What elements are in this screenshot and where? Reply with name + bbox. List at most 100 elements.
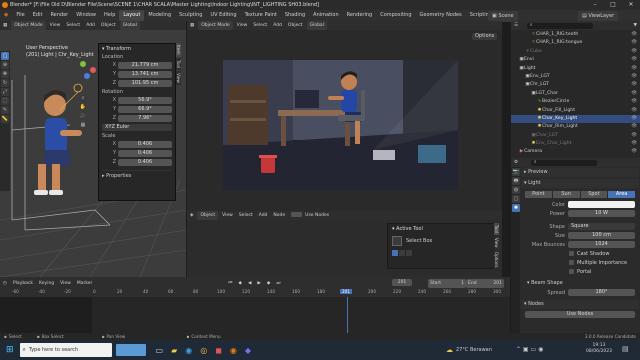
eye-icon[interactable]: 👁 [631,132,637,140]
scale-y-row[interactable]: Y 0.406 [102,149,172,157]
use-nodes-checkbox[interactable]: Use Nodes [288,211,332,220]
blender-taskbar-icon[interactable]: ◉ [230,346,237,355]
scale-z-value[interactable]: 0.406 [118,158,172,166]
node-menu-select[interactable]: Select [236,211,256,220]
jump-end-icon[interactable]: ⏭ [273,279,283,288]
light-data-tab-icon[interactable]: ✺ [512,204,520,212]
timeline-ruler[interactable]: -60 -40 -20 0 20 40 60 80 100 120 140 16… [0,289,510,297]
color-row[interactable]: Color [525,200,635,209]
move-tool-icon[interactable]: ✥ [1,70,9,78]
select-mode-set-icon[interactable] [392,250,398,256]
cursor-tool-icon[interactable]: ⊕ [1,61,9,69]
workspace-tab-layout[interactable]: Layout [119,10,145,21]
timeline-editor-type-icon[interactable]: ◷ [0,279,10,288]
clock[interactable]: 19:13 08/06/2023 [582,343,616,355]
timeline-track-area[interactable] [0,297,510,333]
output-tab-icon[interactable]: 🖶 [512,177,520,185]
outliner-item[interactable]: ▿CHAR_1_RIG:teeth 👁 [511,31,640,39]
eye-icon[interactable]: 👁 [631,56,637,64]
rotation-y-value[interactable]: 66.9° [118,105,172,113]
taskbar-promo-image[interactable] [115,344,146,356]
prev-key-icon[interactable]: ◆ [235,279,244,288]
node-editor-type-icon[interactable]: ◈ [187,211,196,220]
use-nodes-button[interactable]: Use Nodes [525,311,635,318]
max-bounces-value[interactable]: 1024 [568,241,635,248]
workspace-tab-rendering[interactable]: Rendering [343,10,377,21]
size-row[interactable]: Size 100 cm [525,231,635,240]
workspace-tab-geometry-nodes[interactable]: Geometry Nodes [416,10,466,21]
location-y-row[interactable]: Y 13.741 cm [102,70,172,78]
workspace-tab-sculpting[interactable]: Sculpting [175,10,206,21]
light-type-spot[interactable]: Spot [580,190,608,198]
play-reverse-icon[interactable]: ◀ [245,279,254,288]
location-x-row[interactable]: X 21.779 cm [102,61,172,69]
navigation-gizmo[interactable] [76,59,98,81]
chrome-icon[interactable]: ◎ [200,346,207,355]
render-tab-icon[interactable]: 📷 [512,168,520,176]
outliner-item-selected[interactable]: ✺Char_Key_Light 👁 [511,114,640,124]
camera-options-dropdown[interactable]: Options [472,33,498,40]
camera-menu-object[interactable]: Object [285,21,306,30]
taskbar-search-box[interactable]: ⌕ Type here to search [19,343,112,357]
timeline-menu-view[interactable]: View [57,279,74,288]
outliner-editor[interactable]: ☰ ⌕ ▼ ▿CHAR_1_RIG:teeth 👁 ▿CHAR_1_RIG:ton… [511,21,640,158]
light-section-header[interactable]: ▾ Light [521,179,639,188]
spread-value[interactable]: 180° [568,289,635,296]
n-tab-view[interactable]: View [176,70,181,85]
store-icon[interactable]: ◼ [215,346,222,355]
end-frame-field[interactable]: End 201 [466,279,504,288]
blender-menu-icon[interactable]: ◉ [0,10,12,21]
object-tab-icon[interactable]: ▢ [512,195,520,203]
outliner-item[interactable]: ▣Chr_LGT 👁 [511,81,640,89]
browser-icon[interactable]: ◉ [185,346,192,355]
portal-checkbox[interactable] [569,269,574,274]
outliner-item[interactable]: ▿Cube 👁 [511,48,640,56]
multiple-importance-checkbox[interactable] [569,260,574,265]
shape-dropdown[interactable]: Square [568,223,635,230]
rotation-z-value[interactable]: 7.96° [118,114,172,122]
maximize-button[interactable]: □ [604,0,622,10]
playhead-frame-label[interactable]: 201 [340,289,352,294]
location-z-row[interactable]: Z 101.95 cm [102,79,172,87]
preview-section-header[interactable]: ▸ Preview [521,168,639,177]
outliner-item[interactable]: ✺Char_Fill_Light 👁 [511,107,640,115]
rotation-z-row[interactable]: Z 7.96° [102,114,172,122]
n-tab-tool[interactable]: Tool [176,57,181,70]
spread-row[interactable]: Spread 180° [525,288,635,297]
menu-render[interactable]: Render [46,10,72,21]
windows-start-icon[interactable]: ⊞ [6,345,14,355]
eye-icon[interactable]: 👁 [631,107,637,115]
light-type-area[interactable]: Area [608,190,635,198]
scale-y-value[interactable]: 0.406 [118,149,172,157]
light-type-point[interactable]: Point [525,190,552,198]
properties-type-icon[interactable]: ⚙ [511,158,521,167]
n-tab-item[interactable]: Item [176,43,181,57]
properties-subpanel-header[interactable]: ▸ Properties [102,170,172,179]
outliner-item[interactable]: ▶Camera 👁 [511,148,640,156]
shape-row[interactable]: Shape Square [525,222,635,231]
mode-dropdown[interactable]: Object Mode [11,21,46,30]
scale-x-value[interactable]: 0.406 [118,140,172,148]
weather-text[interactable]: 27°C Berawan [456,347,492,353]
node-object-dropdown[interactable]: Object [197,211,219,220]
outliner-item[interactable]: ▣Envi 👁 [511,56,640,64]
menu-edit[interactable]: Edit [29,10,47,21]
camera-mode-dropdown[interactable]: Object Mode [198,21,233,30]
rotation-x-value[interactable]: 56.9° [118,96,172,104]
timeline-menu-marker[interactable]: Marker [74,279,96,288]
rotate-tool-icon[interactable]: ↻ [1,79,9,87]
node-menu-node[interactable]: Node [270,211,288,220]
transform-panel-title[interactable]: ▾ Transform [102,46,172,52]
cast-shadow-row[interactable]: Cast Shadow [525,249,635,258]
outliner-item[interactable]: ✺Env_Char_Light 👁 [511,140,640,148]
scale-tool-icon[interactable]: ⤢ [1,88,9,96]
eye-icon[interactable]: 👁 [631,115,637,123]
workspace-tab-animation[interactable]: Animation [309,10,343,21]
multiple-importance-row[interactable]: Multiple Importance [525,258,635,267]
app-taskbar-icon[interactable]: ◆ [245,346,251,355]
left-menu-add[interactable]: Add [83,21,98,30]
location-z-value[interactable]: 101.95 cm [118,79,172,87]
select-box-tool-icon[interactable]: ▢ [1,52,9,60]
rotation-mode-row[interactable]: XYZ Euler [102,123,172,131]
light-type-sun[interactable]: Sun [552,190,580,198]
